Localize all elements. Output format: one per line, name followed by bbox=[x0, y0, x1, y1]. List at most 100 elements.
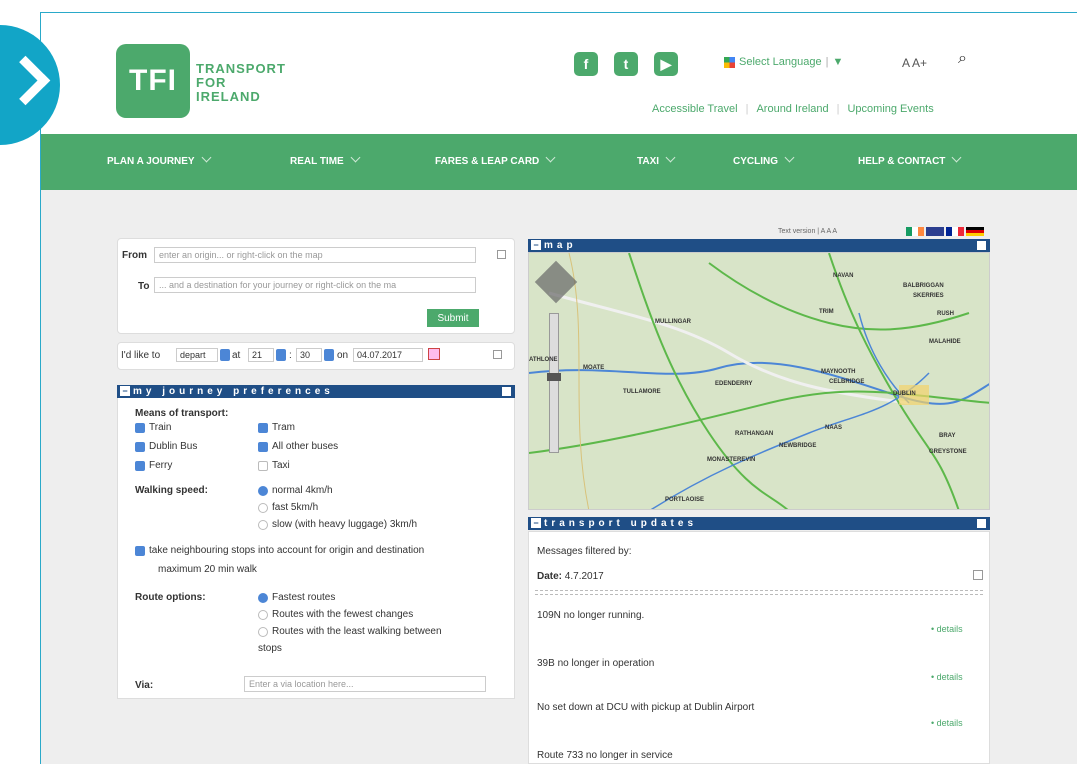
nav-real-time[interactable]: REAL TIME bbox=[290, 152, 361, 167]
ferry-checkbox[interactable] bbox=[135, 461, 145, 471]
train-label: Train bbox=[149, 422, 172, 433]
map-roads bbox=[529, 253, 989, 509]
submit-button[interactable]: Submit bbox=[427, 309, 479, 327]
map-title: map bbox=[544, 240, 577, 251]
route-options-label: Route options: bbox=[135, 592, 206, 603]
chevron-down-icon[interactable] bbox=[220, 349, 230, 361]
nav-label: REAL TIME bbox=[290, 156, 344, 167]
nav-cycling[interactable]: CYCLING bbox=[733, 152, 795, 167]
fastest-routes-radio[interactable] bbox=[258, 593, 268, 603]
chevron-down-icon bbox=[350, 152, 361, 163]
details-link[interactable]: • details bbox=[931, 718, 963, 728]
to-input[interactable]: ... and a destination for your journey o… bbox=[154, 277, 476, 293]
walking-fast-label: fast 5km/h bbox=[272, 502, 319, 513]
map-label: NAAS bbox=[825, 425, 843, 431]
map-label: NEWBRIDGE bbox=[779, 443, 817, 449]
chevron-down-icon[interactable] bbox=[324, 349, 334, 361]
train-checkbox[interactable] bbox=[135, 423, 145, 433]
upcoming-events-link[interactable]: Upcoming Events bbox=[847, 103, 933, 115]
via-input[interactable]: Enter a via location here... bbox=[244, 676, 486, 692]
language-select[interactable]: Select Language | ▼ bbox=[724, 56, 843, 68]
text-size-control[interactable]: A A+ bbox=[902, 56, 927, 70]
tram-checkbox[interactable] bbox=[258, 423, 268, 433]
filtered-label: Messages filtered by: bbox=[537, 546, 632, 557]
nav-fares-leap-card[interactable]: FARES & LEAP CARD bbox=[435, 152, 556, 167]
update-item-text: 39B no longer in operation bbox=[537, 658, 655, 669]
date-input[interactable]: 04.07.2017 bbox=[353, 348, 423, 362]
minute-select[interactable]: 30 bbox=[296, 348, 322, 362]
logo-abbr: TFI bbox=[129, 64, 177, 97]
depart-select[interactable]: depart bbox=[176, 348, 218, 362]
calendar-icon[interactable] bbox=[428, 348, 440, 360]
update-item-text: Route 733 no longer in service bbox=[537, 750, 673, 761]
map-label: CELBRIDGE bbox=[829, 379, 865, 385]
nav-label: FARES & LEAP CARD bbox=[435, 156, 540, 167]
accessible-travel-link[interactable]: Accessible Travel bbox=[652, 103, 738, 115]
from-input[interactable]: enter an origin... or right-click on the… bbox=[154, 247, 476, 263]
collapse-icon[interactable]: − bbox=[531, 518, 541, 528]
map-label: PORTLAOISE bbox=[665, 497, 705, 503]
map-label: BALBRIGGAN bbox=[903, 283, 944, 289]
details-link[interactable]: • details bbox=[931, 672, 963, 682]
updates-title: transport updates bbox=[544, 518, 698, 529]
map-label: MOATE bbox=[583, 365, 605, 371]
around-ireland-link[interactable]: Around Ireland bbox=[756, 103, 828, 115]
zoom-handle[interactable] bbox=[547, 373, 561, 381]
text-version-link[interactable]: Text version | A A A bbox=[778, 228, 837, 235]
youtube-icon[interactable]: ▶ bbox=[654, 52, 678, 76]
chevron-down-icon[interactable] bbox=[276, 349, 286, 361]
french-flag-icon[interactable] bbox=[946, 227, 964, 236]
all-other-buses-checkbox[interactable] bbox=[258, 442, 268, 452]
divider bbox=[535, 590, 983, 591]
german-flag-icon[interactable] bbox=[966, 227, 984, 236]
collapse-icon[interactable]: − bbox=[120, 386, 130, 396]
irish-flag-icon[interactable] bbox=[906, 227, 924, 236]
walking-fast-radio[interactable] bbox=[258, 503, 268, 513]
collapse-icon[interactable]: − bbox=[531, 240, 541, 250]
tfi-logo[interactable]: TFI bbox=[116, 44, 190, 118]
facebook-icon[interactable]: f bbox=[574, 52, 598, 76]
chevron-down-icon: ▼ bbox=[832, 56, 844, 68]
time-separator: : bbox=[289, 350, 292, 361]
zoom-slider[interactable] bbox=[549, 313, 559, 453]
walking-normal-radio[interactable] bbox=[258, 486, 268, 496]
map-label: DUBLIN bbox=[893, 391, 916, 397]
nav-help-contact[interactable]: HELP & CONTACT bbox=[858, 152, 962, 167]
least-walking-label: Routes with the least walking between bbox=[272, 626, 442, 637]
preferences-header: − my journey preferences bbox=[117, 385, 515, 398]
least-walking-radio[interactable] bbox=[258, 627, 268, 637]
hour-select[interactable]: 21 bbox=[248, 348, 274, 362]
edit-icon[interactable] bbox=[973, 570, 983, 580]
date-filter: Date: 4.7.2017 bbox=[537, 571, 604, 582]
map-label: EDENDERRY bbox=[715, 381, 753, 387]
expand-icon[interactable] bbox=[977, 519, 986, 528]
dublin-bus-checkbox[interactable] bbox=[135, 442, 145, 452]
uk-flag-icon[interactable] bbox=[926, 227, 944, 236]
all-other-buses-label: All other buses bbox=[272, 441, 339, 452]
nav-label: CYCLING bbox=[733, 156, 778, 167]
means-label: Means of transport: bbox=[135, 408, 229, 419]
fewest-changes-radio[interactable] bbox=[258, 610, 268, 620]
expand-icon[interactable] bbox=[977, 241, 986, 250]
expand-icon[interactable] bbox=[502, 387, 511, 396]
chevron-down-icon bbox=[545, 152, 556, 163]
walking-slow-radio[interactable] bbox=[258, 520, 268, 530]
page: TFI TRANSPORT FOR IRELAND f t ▶ Select L… bbox=[0, 0, 1077, 764]
calendar-icon[interactable] bbox=[497, 250, 506, 259]
nav-plan-a-journey[interactable]: PLAN A JOURNEY bbox=[107, 152, 212, 167]
map-label: RUSH bbox=[937, 311, 955, 317]
nav-taxi[interactable]: TAXI bbox=[637, 152, 676, 167]
twitter-icon[interactable]: t bbox=[614, 52, 638, 76]
taxi-checkbox[interactable] bbox=[258, 461, 268, 471]
map-label: NAVAN bbox=[833, 273, 854, 279]
divider bbox=[535, 594, 983, 595]
map-view[interactable]: NAVAN BALBRIGGAN SKERRIES RUSH TRIM MULL… bbox=[528, 252, 990, 510]
neighbouring-stops-checkbox[interactable] bbox=[135, 546, 145, 556]
from-label: From bbox=[122, 250, 147, 261]
fewest-changes-label: Routes with the fewest changes bbox=[272, 609, 414, 620]
search-icon[interactable]: ⌕ bbox=[958, 50, 967, 68]
details-link[interactable]: • details bbox=[931, 624, 963, 634]
map-label: BRAY bbox=[939, 433, 956, 439]
info-icon[interactable] bbox=[493, 350, 502, 359]
logo-line: FOR bbox=[196, 75, 227, 90]
